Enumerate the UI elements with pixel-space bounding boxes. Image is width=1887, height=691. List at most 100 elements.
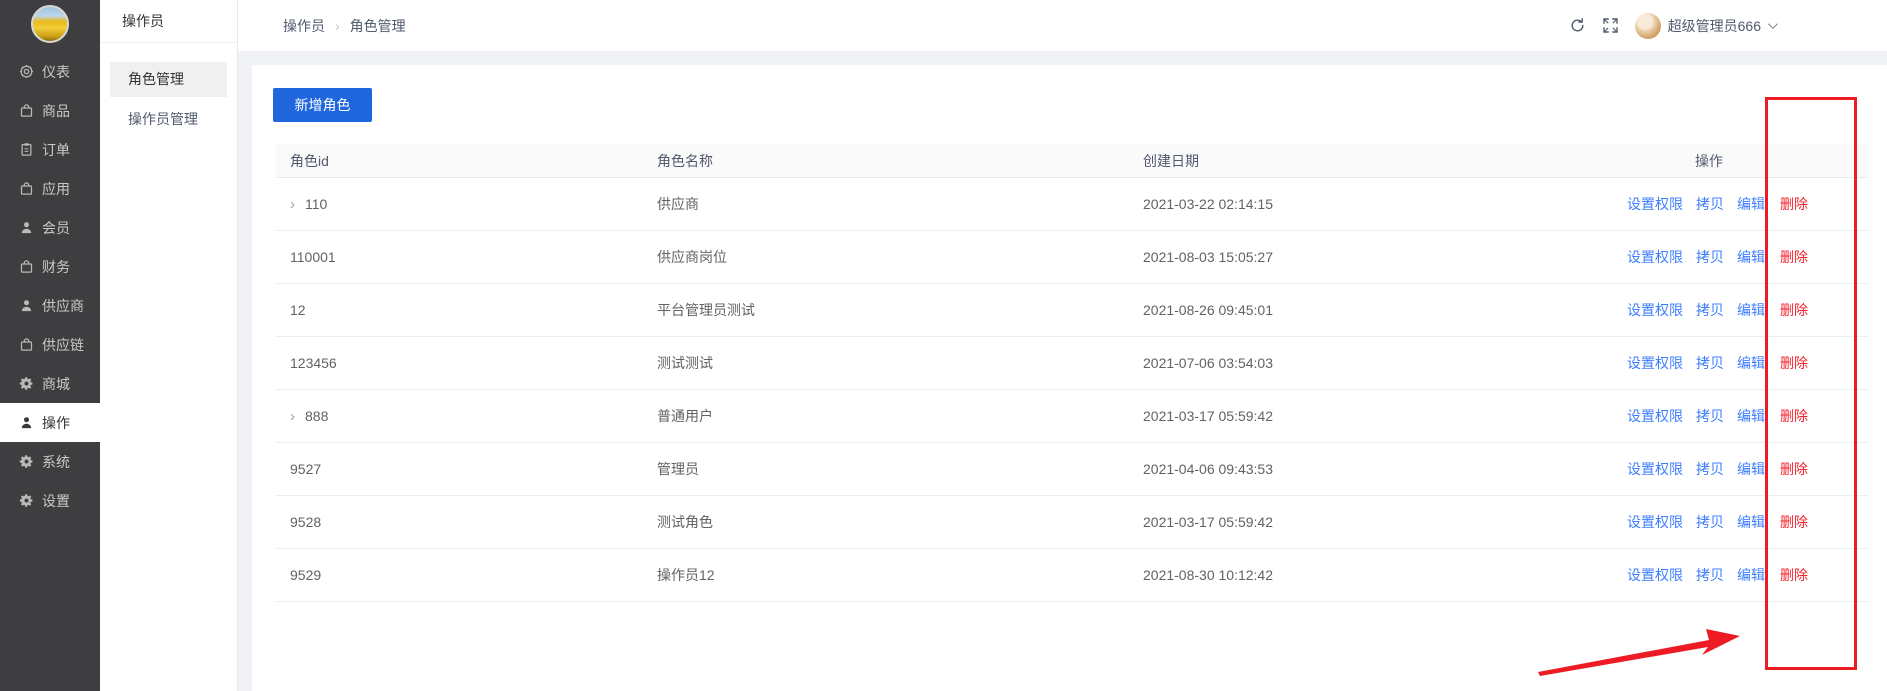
role-id-cell: 9527 [276, 461, 643, 477]
sidebar-item[interactable]: 供应商 [0, 286, 100, 325]
role-id: 888 [305, 408, 328, 424]
edit-link[interactable]: 编辑 [1737, 249, 1765, 265]
set-permissions-link[interactable]: 设置权限 [1627, 196, 1683, 212]
edit-link[interactable]: 编辑 [1737, 408, 1765, 424]
set-permissions-link[interactable]: 设置权限 [1627, 302, 1683, 318]
role-id: 9527 [290, 461, 321, 477]
table-row: ›110供应商2021-03-22 02:14:15 设置权限拷贝编辑删除 [276, 178, 1868, 231]
delete-link[interactable]: 删除 [1780, 355, 1808, 371]
bag-icon [19, 259, 34, 274]
submenu-item-role-management[interactable]: 角色管理 [110, 62, 227, 97]
table-row: 9529操作员122021-08-30 10:12:42设置权限拷贝编辑删除 [276, 549, 1868, 602]
sidebar-item-label: 商城 [42, 374, 70, 394]
delete-link[interactable]: 删除 [1780, 249, 1808, 265]
created-date-cell: 2021-08-30 10:12:42 [1129, 567, 1540, 583]
sidebar-item[interactable]: 财务 [0, 247, 100, 286]
user-menu[interactable]: 超级管理员666 [1635, 13, 1775, 39]
actions-cell: 设置权限拷贝编辑删除 [1540, 353, 1868, 373]
role-id-cell: 12 [276, 302, 643, 318]
bag-icon [19, 103, 34, 118]
copy-link[interactable]: 拷贝 [1696, 196, 1724, 212]
sidebar-item-label: 财务 [42, 257, 70, 277]
sidebar-item-label: 系统 [42, 452, 70, 472]
created-date-cell: 2021-08-26 09:45:01 [1129, 302, 1540, 318]
sidebar-item-label: 供应商 [42, 296, 84, 316]
logo-wrap [0, 0, 100, 44]
delete-link[interactable]: 删除 [1780, 408, 1808, 424]
user-name: 超级管理员666 [1668, 16, 1761, 36]
copy-link[interactable]: 拷贝 [1696, 408, 1724, 424]
breadcrumb: 操作员 › 角色管理 [283, 16, 406, 36]
column-header: 角色id [276, 151, 643, 171]
gear-icon [19, 454, 34, 469]
column-header: 创建日期 [1129, 151, 1540, 171]
secondary-sidebar: 操作员 角色管理操作员管理 [100, 0, 238, 691]
copy-link[interactable]: 拷贝 [1696, 302, 1724, 318]
edit-link[interactable]: 编辑 [1737, 355, 1765, 371]
tulips-logo-icon[interactable] [31, 5, 69, 43]
role-name-cell: 供应商 [643, 194, 1129, 214]
copy-link[interactable]: 拷贝 [1696, 567, 1724, 583]
role-id-cell: › 888 [276, 408, 643, 424]
role-id-cell: ›110 [276, 196, 643, 212]
expand-chevron-icon[interactable]: › [290, 409, 295, 424]
table-row: 12平台管理员测试2021-08-26 09:45:01设置权限拷贝编辑删除 [276, 284, 1868, 337]
role-id: 123456 [290, 355, 337, 371]
copy-link[interactable]: 拷贝 [1696, 514, 1724, 530]
edit-link[interactable]: 编辑 [1737, 567, 1765, 583]
add-role-button[interactable]: 新增角色 [273, 88, 372, 122]
set-permissions-link[interactable]: 设置权限 [1627, 567, 1683, 583]
created-date-cell: 2021-03-22 02:14:15 [1129, 196, 1540, 212]
actions-cell: 设置权限拷贝编辑删除 [1540, 512, 1868, 532]
set-permissions-link[interactable]: 设置权限 [1627, 249, 1683, 265]
user-icon [19, 298, 34, 313]
primary-nav: 仪表商品订单应用会员财务供应商供应链商城操作系统设置 [0, 52, 100, 520]
delete-link[interactable]: 删除 [1780, 567, 1808, 583]
copy-link[interactable]: 拷贝 [1696, 461, 1724, 477]
delete-link[interactable]: 删除 [1780, 514, 1808, 530]
refresh-icon[interactable] [1569, 17, 1586, 34]
actions-cell: 设置权限拷贝编辑删除 [1540, 247, 1868, 267]
topbar-right: 超级管理员666 [1569, 13, 1775, 39]
edit-link[interactable]: 编辑 [1737, 461, 1765, 477]
actions-cell: 设置权限拷贝编辑删除 [1540, 406, 1868, 426]
primary-sidebar: 仪表商品订单应用会员财务供应商供应链商城操作系统设置 [0, 0, 100, 691]
expand-chevron-icon[interactable]: › [290, 197, 295, 212]
submenu-item-operator-management[interactable]: 操作员管理 [110, 102, 227, 137]
sidebar-item[interactable]: 会员 [0, 208, 100, 247]
delete-link[interactable]: 删除 [1780, 302, 1808, 318]
set-permissions-link[interactable]: 设置权限 [1627, 514, 1683, 530]
copy-link[interactable]: 拷贝 [1696, 355, 1724, 371]
set-permissions-link[interactable]: 设置权限 [1627, 461, 1683, 477]
edit-link[interactable]: 编辑 [1737, 302, 1765, 318]
user-avatar[interactable] [1635, 13, 1661, 39]
sidebar-item[interactable]: 应用 [0, 169, 100, 208]
sidebar-item[interactable]: 操作 [0, 403, 100, 442]
delete-link[interactable]: 删除 [1780, 461, 1808, 477]
role-id-cell: 9529 [276, 567, 643, 583]
edit-link[interactable]: 编辑 [1737, 196, 1765, 212]
sidebar-item[interactable]: 商城 [0, 364, 100, 403]
role-name-cell: 普通用户 [643, 406, 1129, 426]
sidebar-item[interactable]: 订单 [0, 130, 100, 169]
roles-table: 角色id角色名称创建日期操作 ›110供应商2021-03-22 02:14:1… [276, 144, 1868, 602]
sidebar-item[interactable]: 仪表 [0, 52, 100, 91]
set-permissions-link[interactable]: 设置权限 [1627, 355, 1683, 371]
copy-link[interactable]: 拷贝 [1696, 249, 1724, 265]
clipboard-icon [19, 142, 34, 157]
actions-cell: 设置权限拷贝编辑删除 [1540, 459, 1868, 479]
sidebar-item[interactable]: 系统 [0, 442, 100, 481]
role-name-cell: 供应商岗位 [643, 247, 1129, 267]
set-permissions-link[interactable]: 设置权限 [1627, 408, 1683, 424]
sidebar-item[interactable]: 供应链 [0, 325, 100, 364]
edit-link[interactable]: 编辑 [1737, 514, 1765, 530]
sidebar-item-label: 设置 [42, 491, 70, 511]
sidebar-item[interactable]: 设置 [0, 481, 100, 520]
content-area: 新增角色 角色id角色名称创建日期操作 ›110供应商2021-03-22 02… [238, 52, 1887, 691]
sidebar-item[interactable]: 商品 [0, 91, 100, 130]
breadcrumb-item[interactable]: 操作员 [283, 16, 325, 36]
main-area: 操作员 › 角色管理 [238, 0, 1887, 691]
role-id: 9529 [290, 567, 321, 583]
fullscreen-icon[interactable] [1602, 17, 1619, 34]
delete-link[interactable]: 删除 [1780, 196, 1808, 212]
